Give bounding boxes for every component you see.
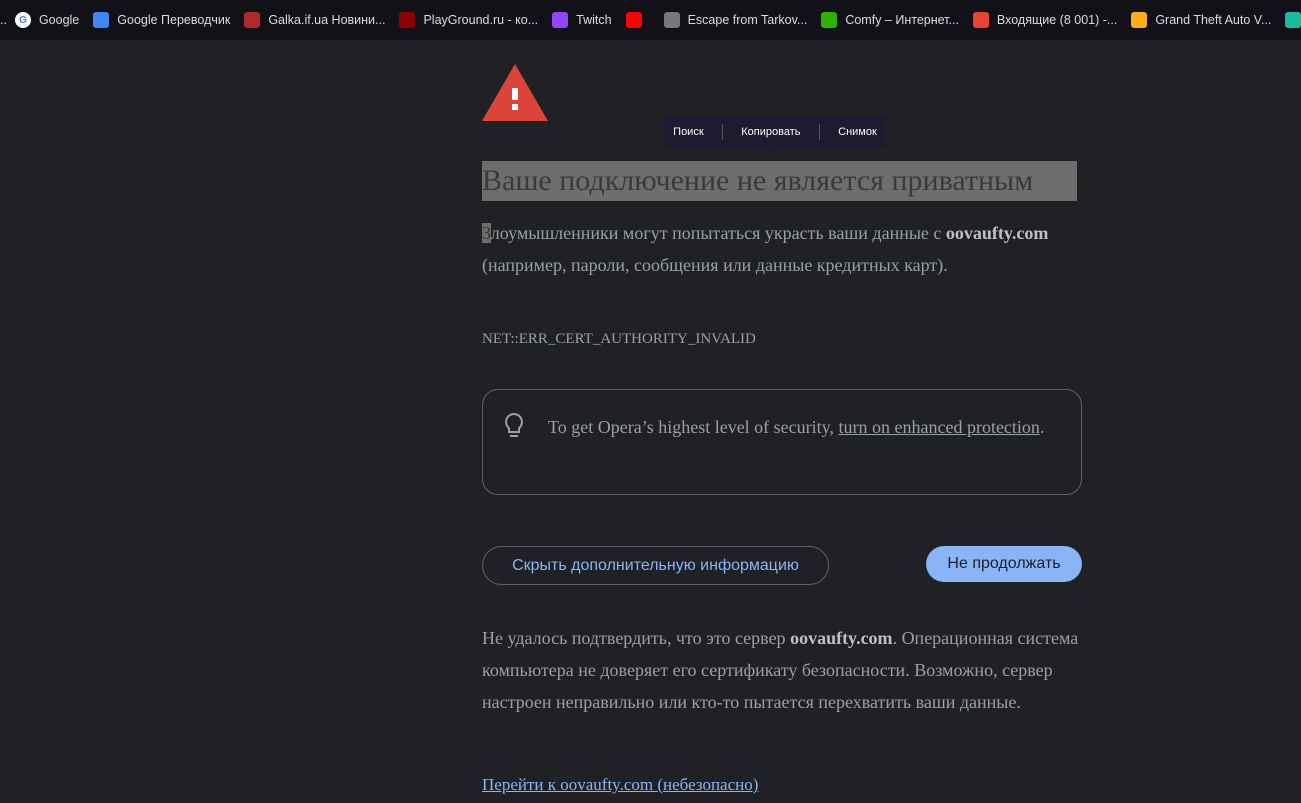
twitch-icon — [552, 12, 569, 28]
bookmark-item[interactable]: tarkov.help — [1285, 12, 1301, 28]
bookmark-label: Twitch — [576, 13, 612, 27]
bookmark-label: Google Переводчик — [117, 13, 231, 27]
lightbulb-icon — [505, 412, 523, 437]
divider — [818, 123, 820, 140]
bookmark-label: Входящие (8 001) -... — [996, 13, 1118, 27]
popup-copy-button[interactable]: Копировать — [741, 126, 800, 138]
bookmark-item[interactable]: Comfy – Интернет... — [821, 12, 959, 28]
gmail-icon — [972, 12, 989, 28]
bookmarks-bar: .. G Google Google Переводчик Galka.if.ua Но… — [0, 0, 1301, 40]
error-code: NET::ERR_CERT_AUTHORITY_INVALID — [482, 331, 756, 347]
warning-triangle-icon — [482, 64, 548, 121]
page-title: Ваше подключение не является приватным — [482, 161, 1077, 201]
bookmark-label: Escape from Tarkov... — [687, 13, 808, 27]
divider — [721, 123, 723, 140]
bookmark-label: Comfy – Интернет... — [845, 13, 959, 27]
bookmark-item[interactable] — [625, 12, 650, 28]
hide-details-button[interactable]: Скрыть дополнительную информацию — [482, 546, 829, 585]
enhanced-protection-link[interactable]: turn on enhanced protection — [839, 417, 1040, 437]
text: лоумышленники могут попытаться украсть в… — [490, 223, 946, 243]
popup-snapshot-button[interactable]: Снимок — [838, 126, 877, 138]
popup-search-button[interactable]: Поиск — [673, 126, 703, 138]
back-to-safety-button[interactable]: Не продолжать — [926, 546, 1082, 582]
bookmark-item[interactable]: Twitch — [552, 12, 612, 28]
bookmark-item[interactable]: G Google — [14, 12, 80, 28]
bookmark-item[interactable]: PlayGround.ru - ко... — [399, 12, 538, 28]
selection-popup: Поиск Копировать Снимок — [664, 115, 886, 155]
google-icon: G — [14, 12, 31, 28]
tarkov-help-icon — [1285, 12, 1301, 28]
translate-icon — [93, 12, 110, 28]
text: . — [1039, 417, 1045, 437]
comfy-icon — [821, 12, 838, 28]
bookmark-item[interactable]: Входящие (8 001) -... — [972, 12, 1118, 28]
truncated-bookmark[interactable]: .. — [0, 13, 7, 27]
text: Не удалось подтвердить, что это сервер — [482, 628, 791, 648]
details-text: Не удалось подтвердить, что это сервер o… — [482, 622, 1082, 718]
bookmark-item[interactable]: Grand Theft Auto V... — [1131, 12, 1271, 28]
text: (например, пароли, сообщения или данные … — [482, 255, 948, 275]
bookmark-label: Grand Theft Auto V... — [1155, 13, 1272, 27]
tarkov-icon — [663, 12, 680, 28]
domain: oovaufty.com — [945, 223, 1049, 243]
rockstar-icon — [1131, 12, 1148, 28]
explanation-text: Злоумышленники могут попытаться украсть … — [482, 217, 1082, 281]
domain: oovaufty.com — [790, 628, 893, 648]
bookmark-label: Google — [38, 13, 80, 27]
text: To get Opera’s highest level of security… — [548, 417, 839, 437]
selected-char: З — [482, 223, 491, 243]
proceed-unsafe-link[interactable]: Перейти к oovaufty.com (небезопасно) — [482, 775, 758, 795]
bookmark-label: PlayGround.ru - ко... — [423, 13, 539, 27]
bookmark-item[interactable]: Google Переводчик — [93, 12, 230, 28]
bookmark-label: Galka.if.ua Новини... — [268, 13, 386, 27]
bookmark-item[interactable]: Galka.if.ua Новини... — [244, 12, 385, 28]
galka-icon — [244, 12, 261, 28]
youtube-icon — [625, 12, 642, 28]
playground-icon — [399, 12, 416, 28]
security-box: To get Opera’s highest level of security… — [482, 389, 1082, 495]
bookmark-item[interactable]: Escape from Tarkov... — [663, 12, 808, 28]
